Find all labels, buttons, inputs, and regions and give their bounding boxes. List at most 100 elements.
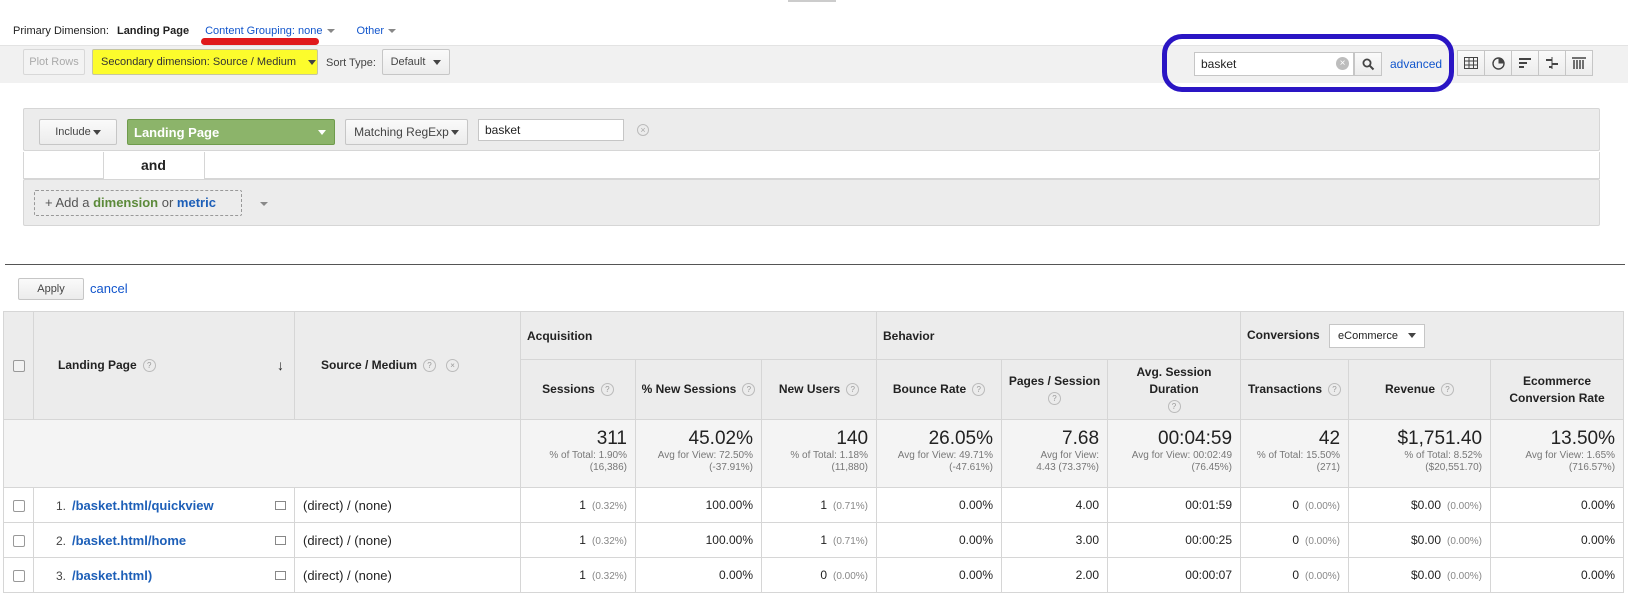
view-selector [1457,50,1593,76]
cell-value: $0.00 [1410,533,1441,547]
select-all-checkbox[interactable] [12,360,25,373]
sessions-header[interactable]: Sessions? [520,359,636,420]
cell-percent: (0.32%) [591,571,627,582]
ecom-rate-cell: 0.00% [1490,487,1625,523]
cancel-link[interactable]: cancel [90,281,128,296]
conversion-type-dropdown[interactable]: eCommerce [1329,323,1425,348]
clear-search-icon[interactable]: × [1336,57,1349,70]
ecom-rate-header[interactable]: Ecommerce Conversion Rate [1490,359,1625,420]
help-icon[interactable]: ? [972,383,986,397]
new-sessions-cell: 100.00% [635,522,762,558]
ecom-rate-header-label: Ecommerce Conversion Rate [1509,373,1605,405]
avg-duration-cell: 00:01:59 [1107,487,1242,523]
row-checkbox[interactable] [12,499,25,512]
cell-percent: (0.00%) [833,571,869,582]
remove-filter-icon[interactable]: × [637,124,649,136]
landing-page-header[interactable]: Landing Page? ↓ [33,311,295,420]
view-table-button[interactable] [1457,50,1485,76]
source-medium-cell: (direct) / (none) [294,557,521,593]
help-icon[interactable]: ? [142,359,156,373]
content-grouping-dropdown[interactable]: Content Grouping: none [201,25,335,45]
filter-dimension-dropdown[interactable]: Landing Page [127,119,335,145]
other-dropdown[interactable]: Other [357,25,397,37]
advanced-filter-link[interactable]: advanced [1390,57,1442,71]
bounce-rate-cell: 0.00% [876,522,1003,558]
row-index: 2. [55,533,66,548]
help-icon[interactable]: ? [423,359,437,373]
help-icon[interactable]: ? [1048,391,1062,405]
help-icon[interactable]: ? [1167,400,1181,414]
total-sub: Avg for View: [1040,450,1100,461]
apply-button[interactable]: Apply [18,278,84,300]
view-pivot-button[interactable] [1565,50,1593,76]
total-value: 45.02% [688,428,753,449]
avg-duration-header-label: Avg. Session Duration [1136,365,1212,396]
open-page-icon[interactable] [275,535,286,545]
include-dropdown[interactable]: Include [39,119,117,145]
match-type-dropdown[interactable]: Matching RegExp [345,119,468,145]
bar-chart-icon [1518,58,1531,68]
landing-page-cell: 2. /basket.html/home [33,522,295,558]
add-dimension-or-metric-button[interactable]: + Add a dimension or metric [34,190,268,216]
bounce-rate-header[interactable]: Bounce Rate? [876,359,1003,420]
remove-secondary-dimension-icon[interactable]: × [446,359,460,373]
new-users-header[interactable]: New Users? [760,359,878,420]
bounce-rate-cell: 0.00% [876,557,1003,593]
new-users-cell: 0 (0.00%) [760,557,878,593]
open-page-icon[interactable] [275,570,286,580]
total-sub: Avg for View: 1.65% [1525,450,1616,461]
content-grouping-label[interactable]: Content Grouping: none [205,25,322,37]
secondary-dimension-label: Secondary dimension: Source / Medium [101,56,297,68]
view-performance-button[interactable] [1511,50,1539,76]
help-icon[interactable]: ? [742,383,756,397]
filter-value-input[interactable]: basket [478,119,624,141]
landing-page-header-label: Landing Page [58,358,137,372]
total-new-sessions: 45.02% Avg for View: 72.50% (-37.91%) [635,419,762,488]
primary-dimension-landing-page[interactable]: Landing Page [117,25,189,37]
landing-page-link[interactable]: /basket.html) [72,568,152,583]
table-search-input[interactable]: basket [1194,52,1354,76]
landing-page-cell: 3. /basket.html) [33,557,295,593]
totals-label-cell [3,419,521,488]
row-checkbox[interactable] [12,534,25,547]
landing-page-link[interactable]: /basket.html/quickview [72,498,214,513]
pages-session-header[interactable]: Pages / Session? [1001,359,1109,420]
secondary-dimension-dropdown[interactable]: Secondary dimension: Source / Medium [92,49,318,75]
and-label: and [141,157,166,173]
avg-duration-header[interactable]: Avg. Session Duration? [1107,359,1242,420]
revenue-header[interactable]: Revenue? [1348,359,1492,420]
landing-page-link[interactable]: /basket.html/home [72,533,186,548]
help-icon[interactable]: ? [600,383,614,397]
total-sub: % of Total: 15.50% [1256,450,1341,461]
help-icon[interactable]: ? [1328,383,1342,397]
help-icon[interactable]: ? [846,383,860,397]
avg-duration-cell: 00:00:25 [1107,522,1242,558]
total-sub: (-37.91%) [709,462,753,473]
open-page-icon[interactable] [275,500,286,510]
sort-type-dropdown[interactable]: Default [382,49,450,75]
row-checkbox[interactable] [12,569,25,582]
totals-row: 311% of Total: 1.90% (16,386) 45.02% Avg f… [3,419,1625,488]
cell-percent: (0.71%) [833,536,869,547]
total-value: 7.68 [1062,428,1100,449]
total-value: 13.50% [1550,428,1616,449]
pages-session-cell: 4.00 [1001,487,1109,523]
total-sub: % of Total: 8.52% [1404,450,1483,461]
plot-rows-button[interactable]: Plot Rows [23,49,85,75]
search-button[interactable] [1354,52,1382,76]
pie-chart-icon [1491,56,1505,70]
new-sessions-header[interactable]: % New Sessions? [635,359,762,420]
view-pie-button[interactable] [1484,50,1512,76]
total-sub: (11,880) [831,462,869,473]
view-comparison-button[interactable] [1538,50,1566,76]
table-row: 1. /basket.html/quickview (direct) / (non… [3,487,1625,523]
total-sub: % of Total: 1.18% [790,450,869,461]
source-medium-header[interactable]: Source / Medium? × [294,311,521,420]
cell-value: 1 [820,533,827,547]
transactions-header[interactable]: Transactions? [1240,359,1350,420]
other-label[interactable]: Other [357,25,385,37]
total-sub: (271) [1316,462,1341,473]
help-icon[interactable]: ? [1441,383,1455,397]
sort-arrow-down-icon[interactable]: ↓ [277,357,284,374]
section-divider [5,264,1625,265]
